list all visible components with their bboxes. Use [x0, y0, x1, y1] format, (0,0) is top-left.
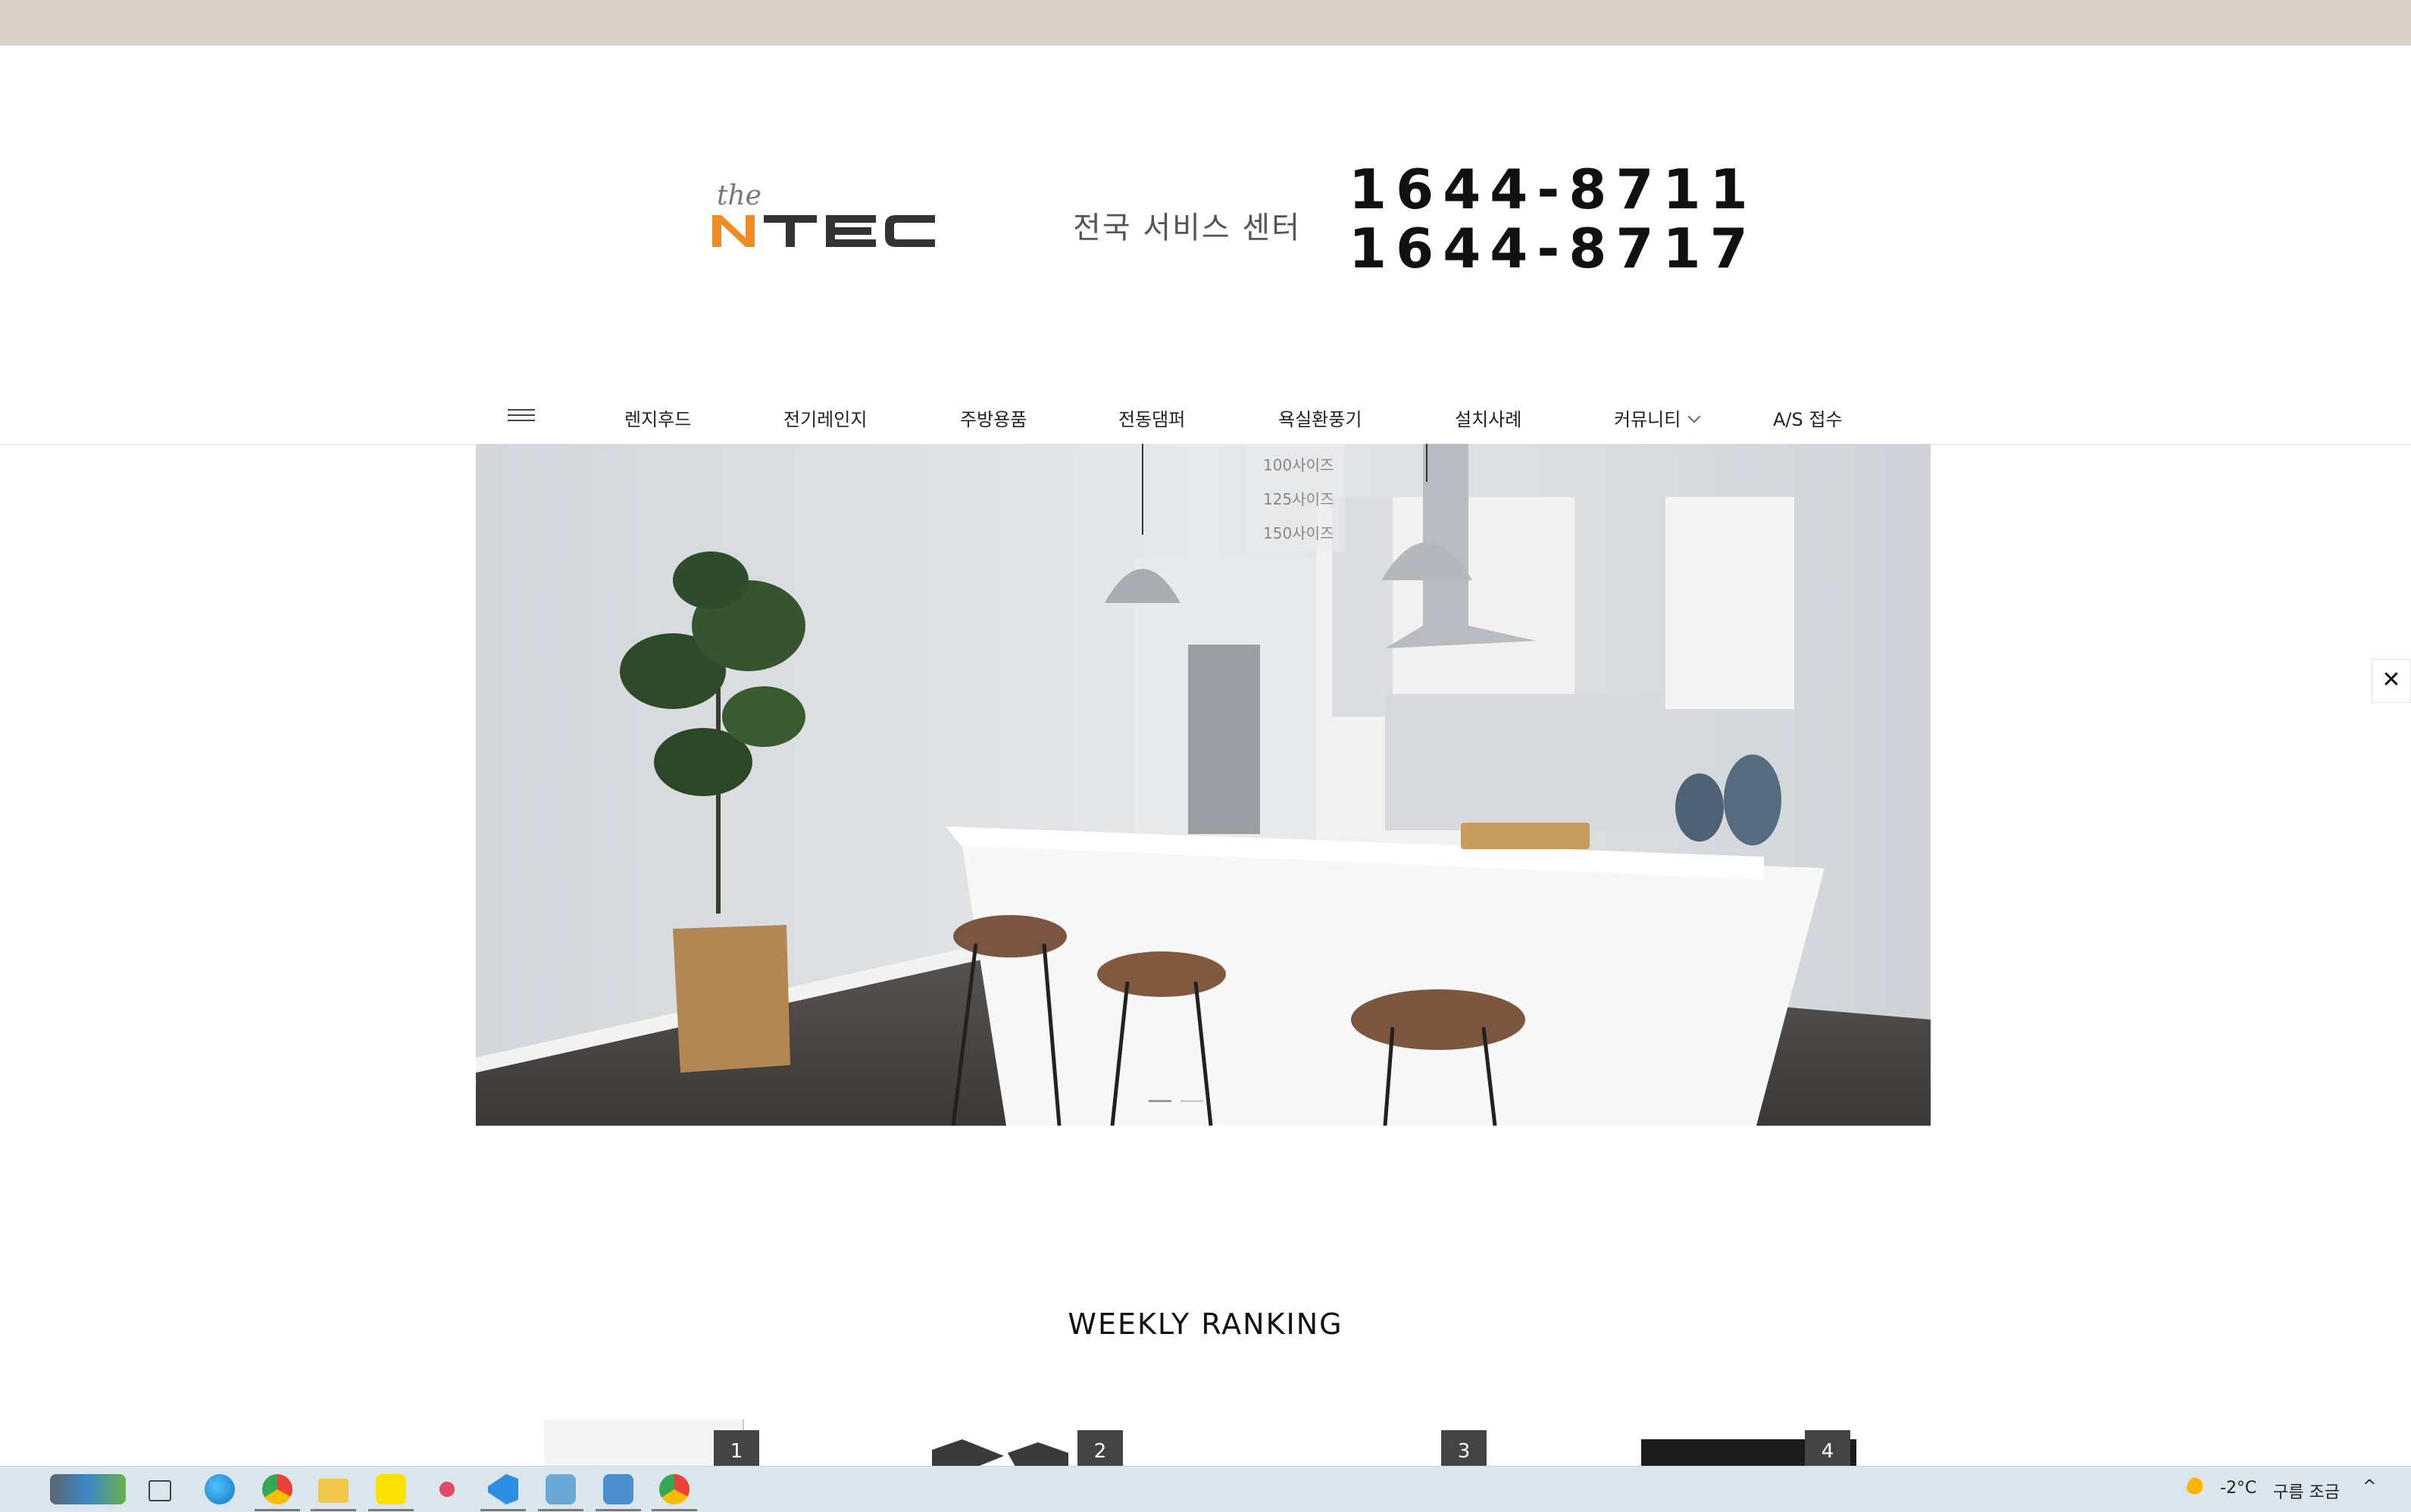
widget-icon[interactable]: [50, 1474, 126, 1504]
hamburger-menu-icon[interactable]: [508, 409, 535, 426]
close-button[interactable]: ✕: [2372, 659, 2411, 703]
file-explorer-icon[interactable]: [318, 1479, 349, 1503]
nav-item-electric-damper[interactable]: 전동댐퍼: [1118, 405, 1185, 431]
chevron-up-icon[interactable]: ^: [2363, 1477, 2376, 1496]
vscode-icon[interactable]: [488, 1474, 518, 1504]
rank-badge-2: 2: [1077, 1430, 1123, 1467]
top-banner-bar: [0, 0, 2411, 45]
nav-item-range-hood[interactable]: 렌지후드: [624, 405, 691, 431]
submenu-item-100[interactable]: 100사이즈: [1246, 444, 1345, 478]
ranking-product-image-2[interactable]: [932, 1420, 1068, 1467]
app-icon-2[interactable]: [603, 1474, 633, 1504]
nav-item-community-label: 커뮤니티: [1614, 409, 1681, 430]
weather-description[interactable]: 구름 조금: [2273, 1479, 2340, 1503]
weekly-ranking-title: WEEKLY RANKING: [1068, 1307, 1343, 1341]
submenu-item-150[interactable]: 150사이즈: [1246, 512, 1345, 546]
rank-badge-4: 4: [1805, 1430, 1850, 1467]
nav-item-installation-cases[interactable]: 설치사례: [1455, 405, 1521, 431]
logo-the-text: the: [717, 180, 761, 211]
submenu-item-125[interactable]: 125사이즈: [1246, 478, 1345, 512]
task-view-icon[interactable]: [149, 1480, 171, 1501]
dropdown-submenu: 100사이즈 125사이즈 150사이즈: [1246, 444, 1345, 551]
rank-badge-3: 3: [1441, 1430, 1487, 1467]
rank-badge-1: 1: [714, 1430, 759, 1467]
nav-item-as-request[interactable]: A/S 접수: [1773, 405, 1843, 431]
chrome-profile-icon[interactable]: [659, 1474, 690, 1504]
main-navigation: 렌지후드 전기레인지 주방용품 전동댐퍼 욕실환풍기 설치사례 커뮤니티 A/S…: [0, 394, 2411, 445]
weather-icon[interactable]: [2187, 1476, 2212, 1501]
hero-banner[interactable]: [476, 444, 1931, 1126]
nav-item-bathroom-fan[interactable]: 욕실환풍기: [1278, 405, 1362, 431]
ranking-product-image-3[interactable]: [1326, 1420, 1440, 1467]
windows-taskbar: -2°C 구름 조금 ^: [0, 1466, 2411, 1512]
edge-icon[interactable]: [205, 1474, 235, 1504]
phone-number-2[interactable]: 1644-8717: [1349, 217, 1757, 280]
product-2-graphic: [932, 1439, 1068, 1467]
weather-temperature[interactable]: -2°C: [2220, 1479, 2256, 1498]
chrome-icon[interactable]: [262, 1474, 292, 1504]
nav-item-community[interactable]: 커뮤니티: [1614, 405, 1701, 431]
chevron-down-icon: [1687, 410, 1701, 423]
ntec-logo[interactable]: the: [711, 180, 968, 256]
app-icon[interactable]: [546, 1474, 576, 1504]
logo-ntec-mark: [712, 215, 935, 247]
phone-number-1[interactable]: 1644-8711: [1349, 158, 1757, 221]
nav-item-electric-range[interactable]: 전기레인지: [783, 405, 867, 431]
kakaotalk-icon[interactable]: [376, 1474, 406, 1504]
nav-item-kitchenware[interactable]: 주방용품: [960, 405, 1027, 431]
hero-kitchen-image: [476, 444, 1931, 1126]
service-center-label: 전국 서비스 센터: [1073, 211, 1302, 245]
snipping-tool-icon[interactable]: [432, 1474, 462, 1504]
